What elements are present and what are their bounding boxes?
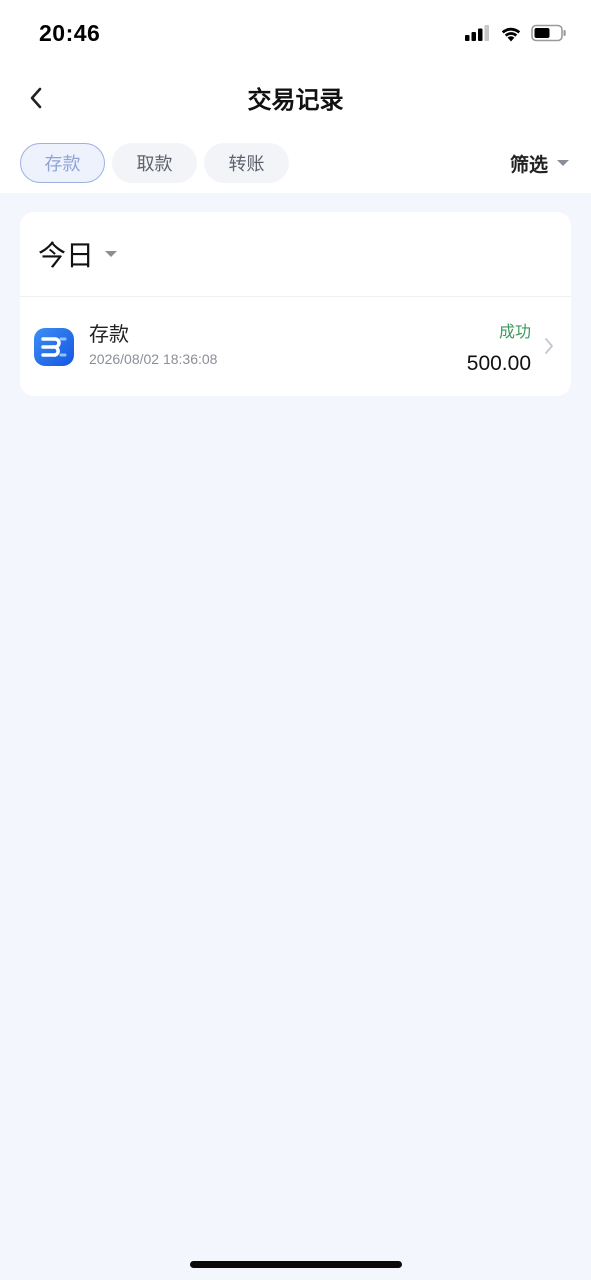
tab-deposit[interactable]: 存款 <box>20 143 105 183</box>
caret-down-icon <box>105 251 118 257</box>
transaction-datetime: 2026/08/02 18:36:08 <box>89 351 218 367</box>
filter-label: 筛选 <box>509 153 548 176</box>
back-button[interactable] <box>20 82 52 118</box>
transaction-type: 存款 <box>89 322 129 346</box>
chevron-right-icon <box>544 337 554 359</box>
back-chevron-icon <box>28 86 44 114</box>
signal-icon <box>465 25 491 45</box>
page-title: 交易记录 <box>247 86 344 114</box>
filter-button[interactable]: 筛选 <box>510 146 569 180</box>
home-indicator[interactable] <box>190 1261 402 1268</box>
date-group-selector[interactable]: 今日 <box>20 212 571 297</box>
transaction-amount: 500.00 <box>466 352 531 375</box>
transaction-status: 成功 <box>498 322 531 341</box>
caret-down-icon <box>557 160 569 166</box>
tab-bar: 存款 取款 转账 <box>20 143 289 183</box>
tab-transfer[interactable]: 转账 <box>204 143 289 183</box>
transaction-group-card: 今日 存款 2026/08/02 18:36:08 成功 500.00 <box>20 212 571 396</box>
status-icons <box>465 24 567 46</box>
status-time: 20:46 <box>39 20 101 46</box>
wifi-icon <box>500 25 522 46</box>
app-logo-icon <box>34 328 74 366</box>
battery-icon <box>531 24 567 46</box>
transaction-row[interactable]: 存款 2026/08/02 18:36:08 成功 500.00 <box>20 297 571 396</box>
tab-withdraw[interactable]: 取款 <box>112 143 197 183</box>
date-group-label: 今日 <box>38 239 95 272</box>
